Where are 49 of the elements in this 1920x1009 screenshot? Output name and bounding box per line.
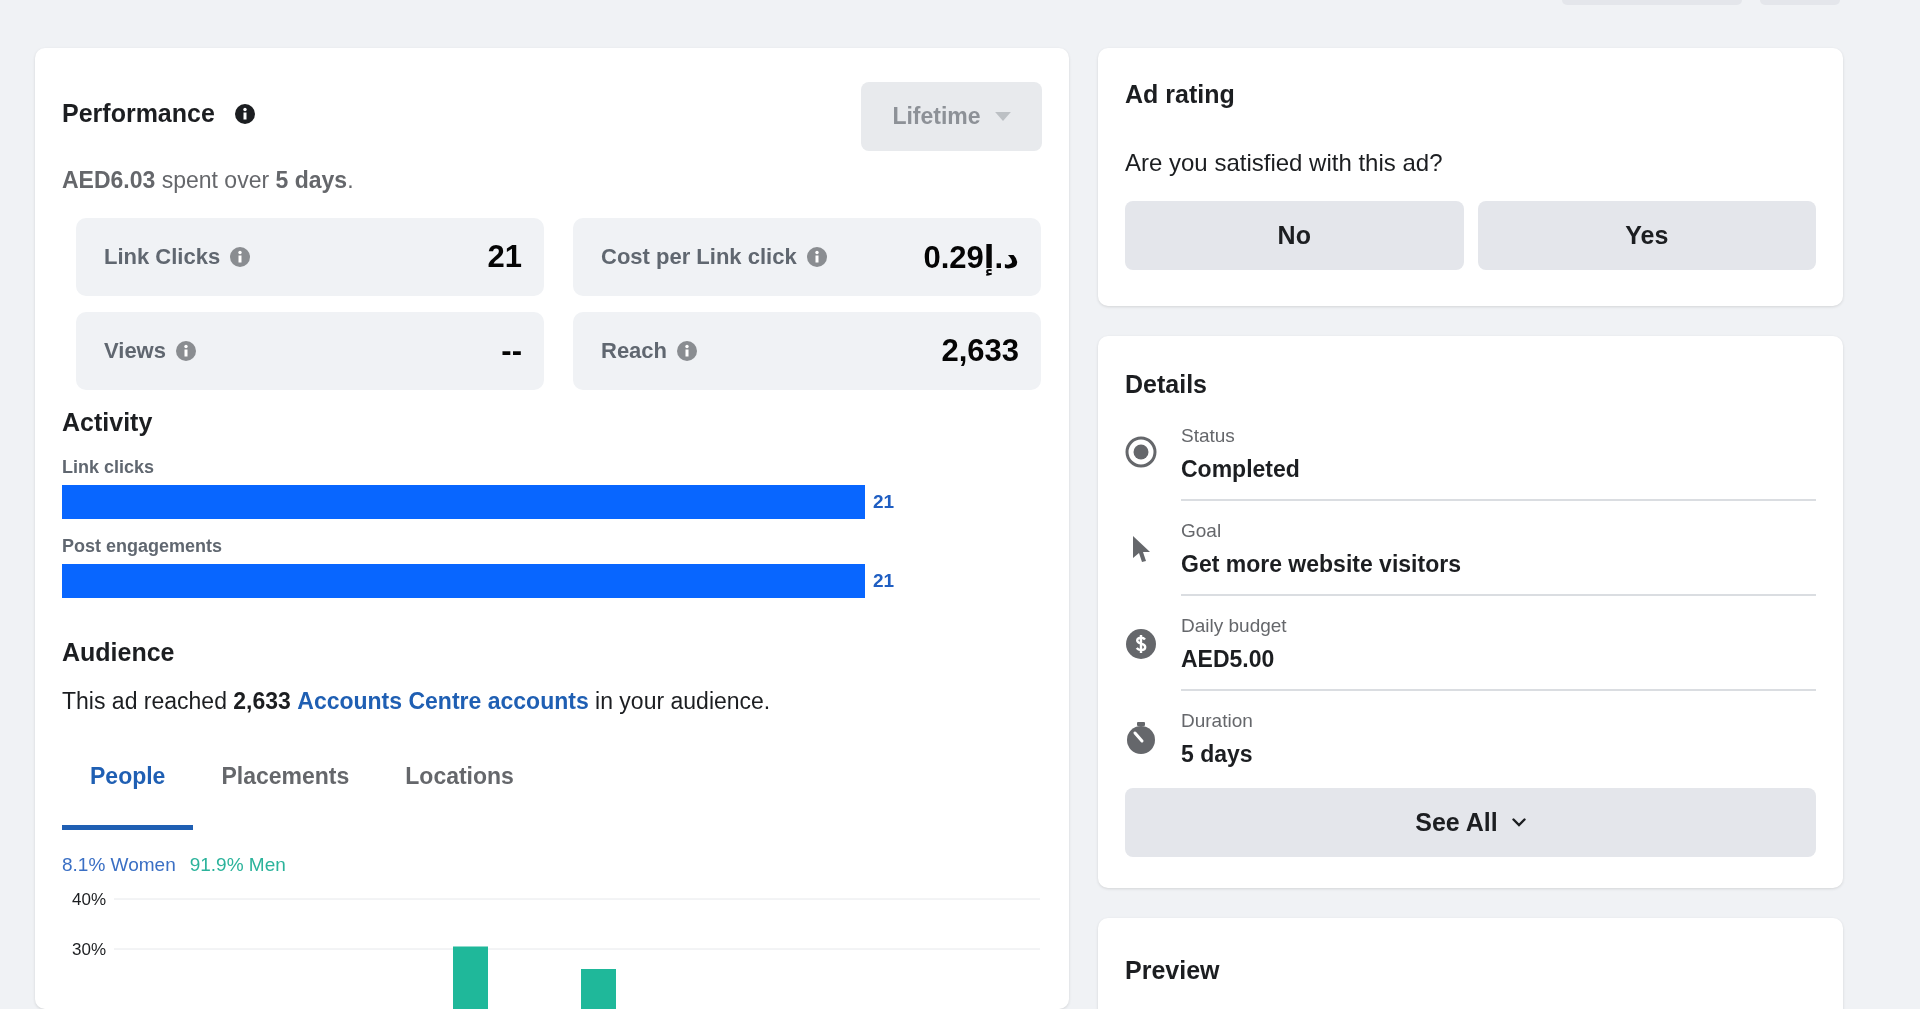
y-tick-label: 40%	[72, 890, 107, 909]
ad-rating-title: Ad rating	[1125, 79, 1236, 110]
audience-tab[interactable]: People	[62, 749, 194, 830]
detail-value: AED5.00	[1181, 645, 1276, 674]
preview-title: Preview	[1125, 955, 1221, 986]
dollar-icon	[1125, 627, 1157, 660]
activity-heading: Activity	[62, 407, 154, 438]
chart-bar	[453, 946, 488, 1009]
detail-value: 5 days	[1181, 740, 1254, 769]
activity-label: Post engagements	[62, 535, 224, 558]
stopwatch-icon	[1125, 720, 1157, 755]
metric-value: --	[501, 333, 522, 369]
metric-value: 0.29د.إ	[923, 238, 1019, 276]
detail-value: Completed	[1181, 455, 1301, 484]
audience-heading: Audience	[62, 637, 176, 668]
chevron-down-icon	[1511, 818, 1526, 827]
activity-label: Link clicks	[62, 456, 156, 479]
rating-question: Are you satisfied with this ad?	[1125, 148, 1444, 178]
spend-summary: AED6.03 spent over 5 days.	[62, 166, 355, 195]
y-tick-label: 30%	[72, 940, 107, 959]
activity-value: 21	[873, 491, 895, 513]
legend-item: 91.9% Men	[189, 854, 286, 876]
audience-tab[interactable]: Locations	[377, 749, 542, 830]
rating-button[interactable]: Yes	[1477, 201, 1816, 270]
chart-bar	[581, 969, 616, 1009]
metric-label: Link Clicks	[104, 244, 221, 270]
metric-value: 21	[487, 239, 522, 275]
metric-label: Cost per Link click	[601, 244, 797, 270]
caret-icon	[994, 112, 1011, 121]
detail-label: Status	[1181, 424, 1236, 448]
performance-title: Performance	[62, 99, 215, 128]
rating-button[interactable]: No	[1125, 201, 1464, 270]
cursor-icon	[1131, 534, 1151, 563]
radio-target-icon	[1125, 436, 1157, 468]
metric-label: Views	[104, 338, 166, 364]
audience-tab[interactable]: Placements	[193, 749, 378, 830]
accounts-link[interactable]: Accounts Centre accounts	[297, 688, 589, 714]
legend-item: 8.1% Women	[62, 854, 176, 876]
detail-value: Get more website visitors	[1181, 550, 1462, 579]
detail-label: Goal	[1181, 519, 1223, 543]
details-title: Details	[1125, 369, 1208, 400]
activity-value: 21	[873, 570, 895, 592]
see-all-button[interactable]: See All	[1125, 788, 1816, 857]
detail-label: Daily budget	[1181, 614, 1288, 638]
metric-label: Reach	[601, 338, 668, 364]
info-icon[interactable]	[234, 103, 255, 124]
metric-value: 2,633	[941, 333, 1019, 369]
detail-label: Duration	[1181, 709, 1254, 733]
audience-summary: This ad reached 2,633 Accounts Centre accounts in your audience.	[62, 687, 772, 716]
